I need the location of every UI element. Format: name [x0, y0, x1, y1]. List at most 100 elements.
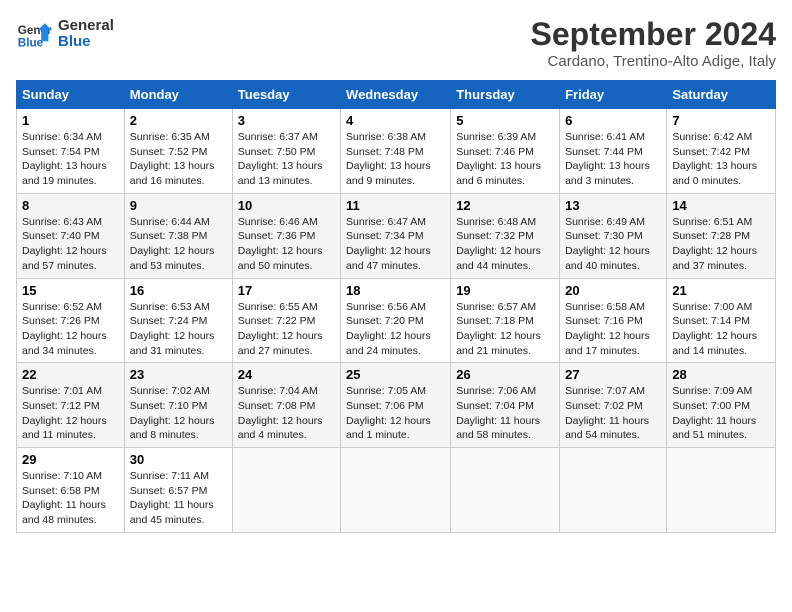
day-number: 28: [672, 367, 770, 382]
day-number: 18: [346, 283, 445, 298]
day-number: 29: [22, 452, 119, 467]
logo-text-blue: Blue: [58, 34, 114, 51]
calendar-cell: 30 Sunrise: 7:11 AM Sunset: 6:57 PM Dayli…: [124, 448, 232, 533]
day-info: Sunrise: 6:56 AM Sunset: 7:20 PM Dayligh…: [346, 300, 445, 359]
day-info: Sunrise: 6:55 AM Sunset: 7:22 PM Dayligh…: [238, 300, 335, 359]
day-number: 17: [238, 283, 335, 298]
calendar-cell: 9 Sunrise: 6:44 AM Sunset: 7:38 PM Daylig…: [124, 193, 232, 278]
day-info: Sunrise: 7:11 AM Sunset: 6:57 PM Dayligh…: [130, 469, 227, 528]
svg-text:Blue: Blue: [18, 37, 44, 50]
day-number: 11: [346, 198, 445, 213]
day-number: 10: [238, 198, 335, 213]
calendar-cell: 4Sunrise: 6:38 AM Sunset: 7:48 PM Daylig…: [341, 109, 451, 194]
calendar-cell: 17 Sunrise: 6:55 AM Sunset: 7:22 PM Dayli…: [232, 278, 340, 363]
calendar-cell: [341, 448, 451, 533]
calendar-cell: 12 Sunrise: 6:48 AM Sunset: 7:32 PM Dayli…: [451, 193, 560, 278]
logo: General Blue General Blue: [16, 16, 114, 52]
day-info: Sunrise: 7:09 AM Sunset: 7:00 PM Dayligh…: [672, 384, 770, 443]
day-number: 1: [22, 113, 119, 128]
calendar-week-3: 15Sunrise: 6:52 AM Sunset: 7:26 PM Dayli…: [17, 278, 776, 363]
calendar-cell: 29 Sunrise: 7:10 AM Sunset: 6:58 PM Dayli…: [17, 448, 125, 533]
day-info: Sunrise: 7:05 AM Sunset: 7:06 PM Dayligh…: [346, 384, 445, 443]
day-info: Sunrise: 6:49 AM Sunset: 7:30 PM Dayligh…: [565, 215, 661, 274]
calendar-cell: 24Sunrise: 7:04 AM Sunset: 7:08 PM Dayli…: [232, 363, 340, 448]
calendar-cell: 8 Sunrise: 6:43 AM Sunset: 7:40 PM Daylig…: [17, 193, 125, 278]
calendar-cell: 6 Sunrise: 6:41 AM Sunset: 7:44 PM Daylig…: [560, 109, 667, 194]
day-number: 7: [672, 113, 770, 128]
calendar-cell: 27 Sunrise: 7:07 AM Sunset: 7:02 PM Dayli…: [560, 363, 667, 448]
location-title: Cardano, Trentino-Alto Adige, Italy: [531, 53, 776, 70]
calendar-cell: 20Sunrise: 6:58 AM Sunset: 7:16 PM Dayli…: [560, 278, 667, 363]
day-info: Sunrise: 6:42 AM Sunset: 7:42 PM Dayligh…: [672, 130, 770, 189]
day-info: Sunrise: 6:53 AM Sunset: 7:24 PM Dayligh…: [130, 300, 227, 359]
calendar-week-1: 1 Sunrise: 6:34 AM Sunset: 7:54 PM Daylig…: [17, 109, 776, 194]
day-info: Sunrise: 6:51 AM Sunset: 7:28 PM Dayligh…: [672, 215, 770, 274]
calendar-cell: 21 Sunrise: 7:00 AM Sunset: 7:14 PM Dayli…: [667, 278, 776, 363]
day-info: Sunrise: 6:39 AM Sunset: 7:46 PM Dayligh…: [456, 130, 554, 189]
day-info: Sunrise: 6:48 AM Sunset: 7:32 PM Dayligh…: [456, 215, 554, 274]
calendar-week-2: 8 Sunrise: 6:43 AM Sunset: 7:40 PM Daylig…: [17, 193, 776, 278]
column-header-monday: Monday: [124, 81, 232, 109]
column-header-friday: Friday: [560, 81, 667, 109]
day-info: Sunrise: 6:46 AM Sunset: 7:36 PM Dayligh…: [238, 215, 335, 274]
calendar-cell: 5 Sunrise: 6:39 AM Sunset: 7:46 PM Daylig…: [451, 109, 560, 194]
day-number: 8: [22, 198, 119, 213]
calendar-cell: [560, 448, 667, 533]
calendar-cell: 1 Sunrise: 6:34 AM Sunset: 7:54 PM Daylig…: [17, 109, 125, 194]
day-number: 26: [456, 367, 554, 382]
column-header-thursday: Thursday: [451, 81, 560, 109]
calendar-cell: 14 Sunrise: 6:51 AM Sunset: 7:28 PM Dayli…: [667, 193, 776, 278]
day-info: Sunrise: 6:47 AM Sunset: 7:34 PM Dayligh…: [346, 215, 445, 274]
calendar-cell: [232, 448, 340, 533]
calendar-cell: [451, 448, 560, 533]
month-title: September 2024: [531, 16, 776, 53]
column-header-wednesday: Wednesday: [341, 81, 451, 109]
day-number: 3: [238, 113, 335, 128]
day-number: 30: [130, 452, 227, 467]
day-number: 19: [456, 283, 554, 298]
day-info: Sunrise: 6:35 AM Sunset: 7:52 PM Dayligh…: [130, 130, 227, 189]
day-number: 9: [130, 198, 227, 213]
day-info: Sunrise: 6:37 AM Sunset: 7:50 PM Dayligh…: [238, 130, 335, 189]
calendar-cell: 7 Sunrise: 6:42 AM Sunset: 7:42 PM Daylig…: [667, 109, 776, 194]
calendar-cell: 2 Sunrise: 6:35 AM Sunset: 7:52 PM Daylig…: [124, 109, 232, 194]
calendar-cell: 3 Sunrise: 6:37 AM Sunset: 7:50 PM Daylig…: [232, 109, 340, 194]
calendar-cell: 11 Sunrise: 6:47 AM Sunset: 7:34 PM Dayli…: [341, 193, 451, 278]
day-info: Sunrise: 7:02 AM Sunset: 7:10 PM Dayligh…: [130, 384, 227, 443]
calendar-week-5: 29 Sunrise: 7:10 AM Sunset: 6:58 PM Dayli…: [17, 448, 776, 533]
day-info: Sunrise: 7:00 AM Sunset: 7:14 PM Dayligh…: [672, 300, 770, 359]
day-info: Sunrise: 7:04 AM Sunset: 7:08 PM Dayligh…: [238, 384, 335, 443]
day-number: 16: [130, 283, 227, 298]
calendar-cell: 22Sunrise: 7:01 AM Sunset: 7:12 PM Dayli…: [17, 363, 125, 448]
day-info: Sunrise: 6:44 AM Sunset: 7:38 PM Dayligh…: [130, 215, 227, 274]
day-number: 23: [130, 367, 227, 382]
day-number: 2: [130, 113, 227, 128]
day-number: 20: [565, 283, 661, 298]
day-info: Sunrise: 6:34 AM Sunset: 7:54 PM Dayligh…: [22, 130, 119, 189]
day-number: 21: [672, 283, 770, 298]
day-info: Sunrise: 7:06 AM Sunset: 7:04 PM Dayligh…: [456, 384, 554, 443]
day-number: 14: [672, 198, 770, 213]
calendar-cell: 19Sunrise: 6:57 AM Sunset: 7:18 PM Dayli…: [451, 278, 560, 363]
logo-text-general: General: [58, 18, 114, 35]
day-info: Sunrise: 6:41 AM Sunset: 7:44 PM Dayligh…: [565, 130, 661, 189]
calendar-cell: 13Sunrise: 6:49 AM Sunset: 7:30 PM Dayli…: [560, 193, 667, 278]
column-header-saturday: Saturday: [667, 81, 776, 109]
calendar-cell: 15Sunrise: 6:52 AM Sunset: 7:26 PM Dayli…: [17, 278, 125, 363]
calendar-cell: 23 Sunrise: 7:02 AM Sunset: 7:10 PM Dayli…: [124, 363, 232, 448]
column-header-tuesday: Tuesday: [232, 81, 340, 109]
calendar-header-row: SundayMondayTuesdayWednesdayThursdayFrid…: [17, 81, 776, 109]
day-info: Sunrise: 7:10 AM Sunset: 6:58 PM Dayligh…: [22, 469, 119, 528]
day-number: 12: [456, 198, 554, 213]
column-header-sunday: Sunday: [17, 81, 125, 109]
calendar-cell: 10 Sunrise: 6:46 AM Sunset: 7:36 PM Dayli…: [232, 193, 340, 278]
day-info: Sunrise: 7:07 AM Sunset: 7:02 PM Dayligh…: [565, 384, 661, 443]
day-info: Sunrise: 7:01 AM Sunset: 7:12 PM Dayligh…: [22, 384, 119, 443]
day-number: 6: [565, 113, 661, 128]
day-number: 27: [565, 367, 661, 382]
day-info: Sunrise: 6:43 AM Sunset: 7:40 PM Dayligh…: [22, 215, 119, 274]
calendar-cell: 16 Sunrise: 6:53 AM Sunset: 7:24 PM Dayli…: [124, 278, 232, 363]
logo-icon: General Blue: [16, 16, 52, 52]
day-number: 5: [456, 113, 554, 128]
day-info: Sunrise: 6:38 AM Sunset: 7:48 PM Dayligh…: [346, 130, 445, 189]
